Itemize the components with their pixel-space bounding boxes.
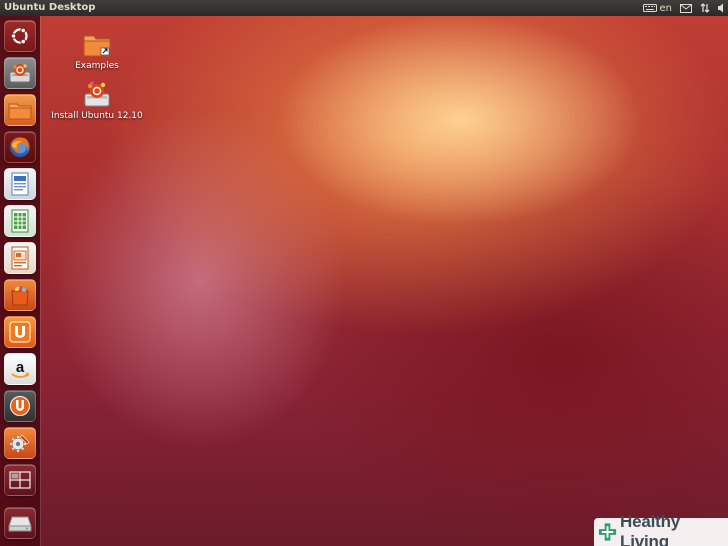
amazon-icon: a: [11, 359, 30, 378]
launcher-libreoffice-writer[interactable]: [4, 168, 36, 200]
desktop-icon-install-ubuntu[interactable]: Install Ubuntu 12.10: [51, 80, 143, 121]
impress-icon: [11, 246, 29, 270]
launcher-install-ubuntu[interactable]: [4, 57, 36, 89]
watermark: Healthy Living: [594, 512, 728, 546]
desktop-icon-label-install-ubuntu: Install Ubuntu 12.10: [51, 111, 143, 121]
folder-icon: [8, 103, 32, 120]
messaging-indicator[interactable]: [680, 3, 692, 13]
plus-cross-icon: [598, 523, 617, 541]
launcher-dash-home[interactable]: [4, 20, 36, 52]
launcher-ubuntu-one[interactable]: [4, 316, 36, 348]
settings-icon: [10, 434, 30, 452]
ubuntu-logo-icon: [10, 27, 28, 45]
launcher-system-settings[interactable]: [4, 427, 36, 459]
keyboard-icon: [642, 4, 657, 12]
drive-icon: [8, 516, 32, 532]
launcher-home-folder[interactable]: [4, 94, 36, 126]
launcher-libreoffice-calc[interactable]: [4, 205, 36, 237]
installer-icon: [9, 64, 31, 83]
svg-text:a: a: [16, 359, 25, 376]
desktop-icon-label-examples: Examples: [75, 61, 119, 71]
launcher-amazon[interactable]: a: [4, 353, 36, 385]
desktop-screen: Ubuntu Desktop en a Examples Install Ubu…: [0, 0, 728, 546]
speaker-icon: [718, 3, 723, 13]
launcher: a: [0, 16, 40, 546]
watermark-text: Healthy Living: [620, 512, 681, 546]
ubuntu-one-music-icon: [10, 396, 30, 416]
workspaces-icon: [9, 471, 31, 489]
launcher-ubuntu-one-music[interactable]: [4, 390, 36, 422]
top-panel: Ubuntu Desktop en: [0, 0, 728, 16]
network-indicator[interactable]: [700, 3, 710, 13]
ubuntu-one-icon: [9, 321, 31, 343]
keyboard-indicator[interactable]: en: [642, 2, 673, 14]
launcher-devices[interactable]: [4, 507, 36, 539]
firefox-icon: [10, 137, 30, 157]
writer-icon: [11, 172, 29, 196]
shopping-bag-icon: [11, 286, 29, 306]
installer-icon: [84, 81, 110, 107]
launcher-libreoffice-impress[interactable]: [4, 242, 36, 274]
indicator-area: en: [642, 2, 725, 14]
keyboard-layout-label: en: [659, 2, 673, 14]
calc-icon: [11, 209, 29, 233]
network-arrows-icon: [700, 3, 710, 13]
launcher-firefox[interactable]: [4, 131, 36, 163]
launcher-workspace-switcher[interactable]: [4, 464, 36, 496]
sound-indicator[interactable]: [718, 3, 724, 13]
folder-link-icon: [83, 35, 111, 57]
envelope-icon: [680, 3, 692, 13]
launcher-software-center[interactable]: [4, 279, 36, 311]
window-title: Ubuntu Desktop: [4, 2, 96, 13]
desktop-icon-examples[interactable]: Examples: [56, 32, 138, 71]
